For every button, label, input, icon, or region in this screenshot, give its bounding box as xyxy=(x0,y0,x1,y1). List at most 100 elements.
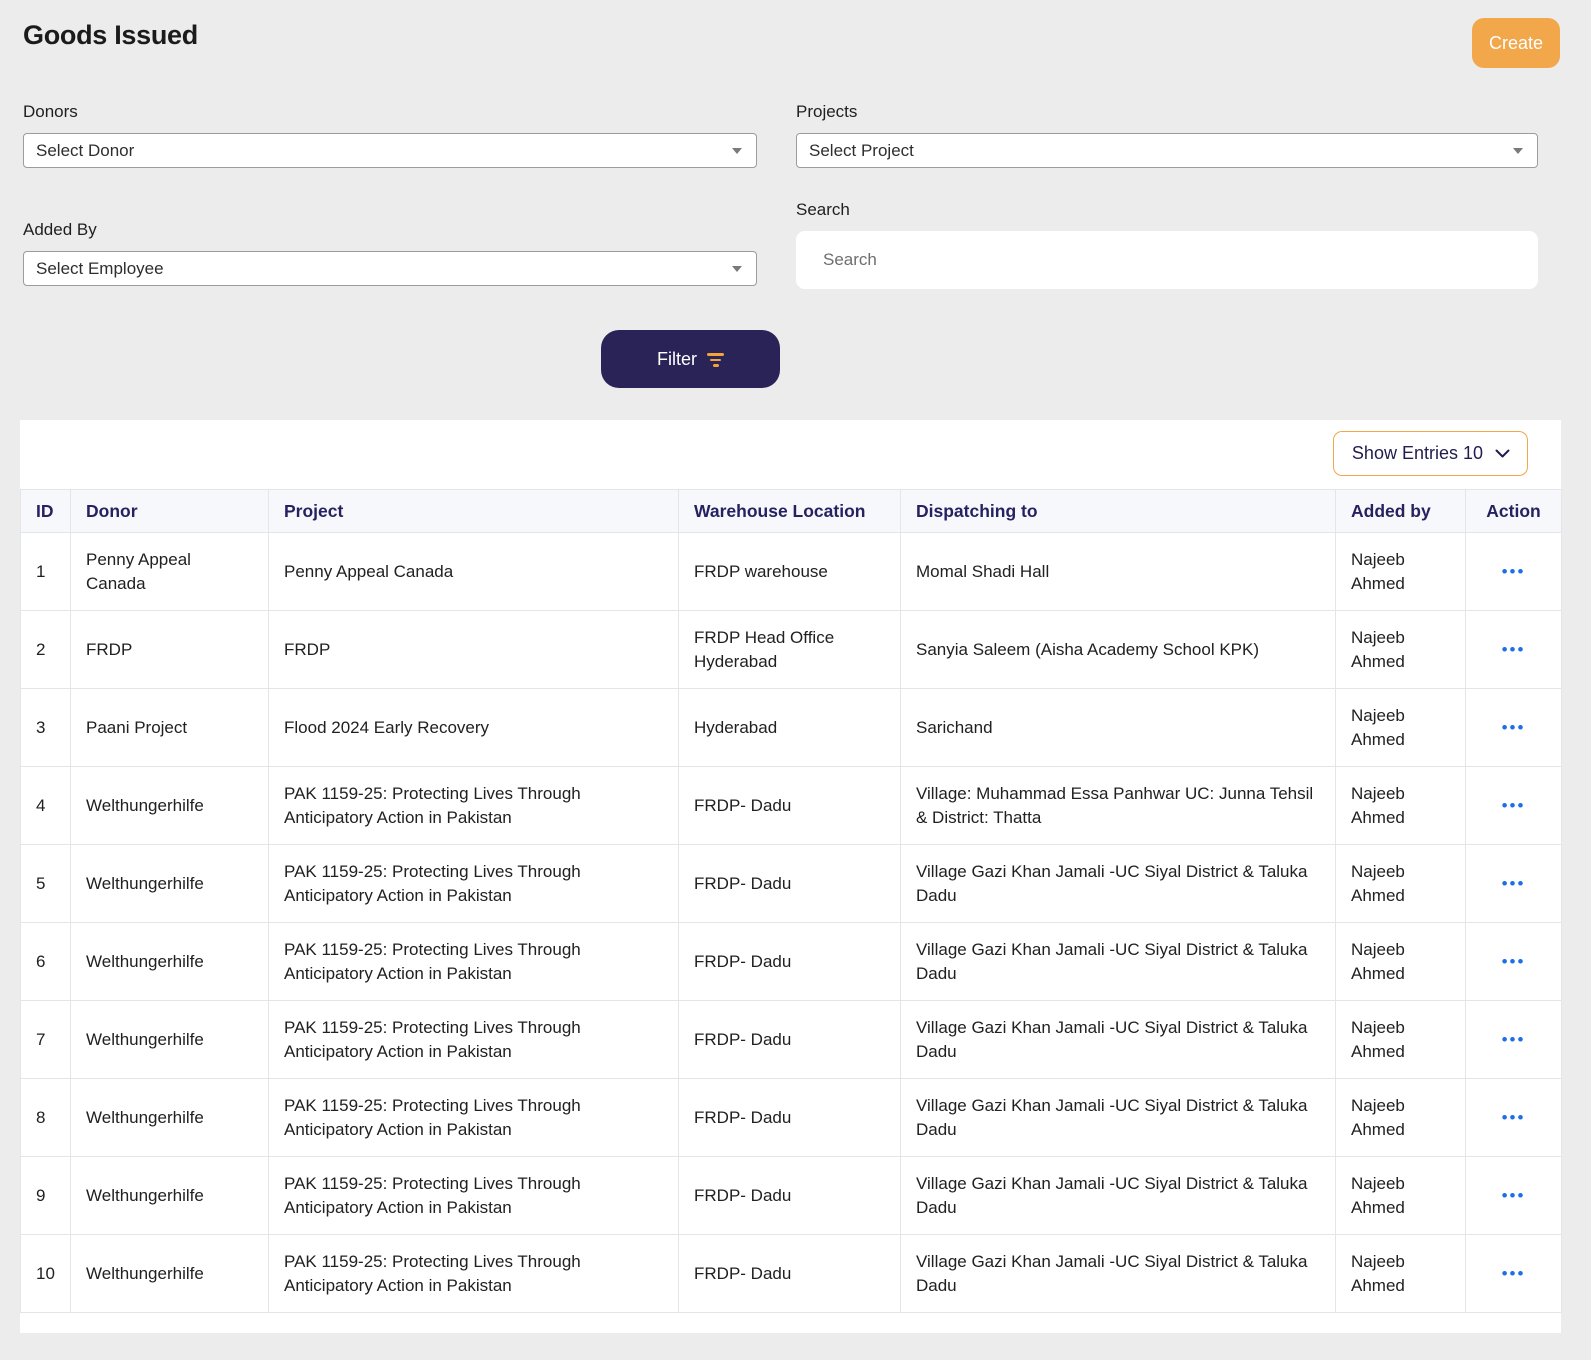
table-row: 6 Welthungerhilfe PAK 1159-25: Protectin… xyxy=(21,923,1562,1001)
cell-project: Flood 2024 Early Recovery xyxy=(269,689,679,767)
cell-added-by: Najeeb Ahmed xyxy=(1336,689,1466,767)
chevron-down-icon xyxy=(1495,449,1510,458)
topbar: Goods Issued Create xyxy=(0,0,1591,68)
cell-id: 10 xyxy=(21,1235,71,1313)
cell-dispatching-to: Sanyia Saleem (Aisha Academy School KPK) xyxy=(901,611,1336,689)
row-actions-menu-icon[interactable]: ••• xyxy=(1502,1265,1526,1282)
cell-warehouse-location: FRDP- Dadu xyxy=(679,1157,901,1235)
cell-warehouse-location: FRDP- Dadu xyxy=(679,1079,901,1157)
cell-action: ••• xyxy=(1466,689,1562,767)
entries-row: Show Entries 10 xyxy=(20,431,1561,476)
cell-added-by: Najeeb Ahmed xyxy=(1336,845,1466,923)
employee-select[interactable]: Select Employee xyxy=(23,251,757,286)
cell-donor: Welthungerhilfe xyxy=(71,1001,269,1079)
row-actions-menu-icon[interactable]: ••• xyxy=(1502,719,1526,736)
column-header-added-by: Added by xyxy=(1336,490,1466,533)
cell-action: ••• xyxy=(1466,1001,1562,1079)
cell-donor: Paani Project xyxy=(71,689,269,767)
donor-select[interactable]: Select Donor xyxy=(23,133,757,168)
filters-section: Donors Select Donor Added By Select Empl… xyxy=(23,102,1591,289)
cell-id: 8 xyxy=(21,1079,71,1157)
row-actions-menu-icon[interactable]: ••• xyxy=(1502,1187,1526,1204)
column-header-id: ID xyxy=(21,490,71,533)
cell-dispatching-to: Sarichand xyxy=(901,689,1336,767)
cell-warehouse-location: FRDP warehouse xyxy=(679,533,901,611)
table-header-row: ID Donor Project Warehouse Location Disp… xyxy=(21,490,1562,533)
cell-action: ••• xyxy=(1466,923,1562,1001)
row-actions-menu-icon[interactable]: ••• xyxy=(1502,953,1526,970)
table-row: 3 Paani Project Flood 2024 Early Recover… xyxy=(21,689,1562,767)
cell-dispatching-to: Village Gazi Khan Jamali -UC Siyal Distr… xyxy=(901,1235,1336,1313)
cell-project: PAK 1159-25: Protecting Lives Through An… xyxy=(269,767,679,845)
project-select-value: Select Project xyxy=(809,141,914,161)
cell-action: ••• xyxy=(1466,1235,1562,1313)
cell-action: ••• xyxy=(1466,1079,1562,1157)
column-header-project: Project xyxy=(269,490,679,533)
cell-project: PAK 1159-25: Protecting Lives Through An… xyxy=(269,923,679,1001)
cell-dispatching-to: Village Gazi Khan Jamali -UC Siyal Distr… xyxy=(901,1079,1336,1157)
filter-button-label: Filter xyxy=(657,349,697,370)
cell-project: PAK 1159-25: Protecting Lives Through An… xyxy=(269,1001,679,1079)
caret-down-icon xyxy=(1513,148,1523,154)
cell-dispatching-to: Village Gazi Khan Jamali -UC Siyal Distr… xyxy=(901,1001,1336,1079)
cell-id: 2 xyxy=(21,611,71,689)
added-by-label: Added By xyxy=(23,220,757,240)
projects-label: Projects xyxy=(796,102,1538,122)
cell-warehouse-location: FRDP- Dadu xyxy=(679,1235,901,1313)
cell-donor: Welthungerhilfe xyxy=(71,1157,269,1235)
cell-project: PAK 1159-25: Protecting Lives Through An… xyxy=(269,1079,679,1157)
cell-donor: Welthungerhilfe xyxy=(71,845,269,923)
cell-id: 6 xyxy=(21,923,71,1001)
show-entries-dropdown[interactable]: Show Entries 10 xyxy=(1333,431,1528,476)
filter-button[interactable]: Filter xyxy=(601,330,780,388)
employee-select-value: Select Employee xyxy=(36,259,164,279)
search-group: Search xyxy=(796,200,1538,289)
create-button[interactable]: Create xyxy=(1472,18,1560,68)
cell-warehouse-location: FRDP- Dadu xyxy=(679,1001,901,1079)
filter-funnel-icon xyxy=(707,351,724,367)
search-label: Search xyxy=(796,200,1538,220)
cell-action: ••• xyxy=(1466,845,1562,923)
row-actions-menu-icon[interactable]: ••• xyxy=(1502,1031,1526,1048)
cell-action: ••• xyxy=(1466,533,1562,611)
row-actions-menu-icon[interactable]: ••• xyxy=(1502,563,1526,580)
cell-added-by: Najeeb Ahmed xyxy=(1336,923,1466,1001)
cell-dispatching-to: Village Gazi Khan Jamali -UC Siyal Distr… xyxy=(901,845,1336,923)
table-row: 8 Welthungerhilfe PAK 1159-25: Protectin… xyxy=(21,1079,1562,1157)
cell-project: PAK 1159-25: Protecting Lives Through An… xyxy=(269,1157,679,1235)
cell-id: 7 xyxy=(21,1001,71,1079)
cell-donor: FRDP xyxy=(71,611,269,689)
row-actions-menu-icon[interactable]: ••• xyxy=(1502,797,1526,814)
row-actions-menu-icon[interactable]: ••• xyxy=(1502,641,1526,658)
filter-button-row: Filter xyxy=(0,330,1591,388)
project-select[interactable]: Select Project xyxy=(796,133,1538,168)
row-actions-menu-icon[interactable]: ••• xyxy=(1502,875,1526,892)
column-header-dispatching-to: Dispatching to xyxy=(901,490,1336,533)
table-row: 4 Welthungerhilfe PAK 1159-25: Protectin… xyxy=(21,767,1562,845)
project-filter-group: Projects Select Project xyxy=(796,102,1538,168)
donors-label: Donors xyxy=(23,102,757,122)
search-input[interactable] xyxy=(796,231,1538,289)
table-body: 1 Penny Appeal Canada Penny Appeal Canad… xyxy=(21,533,1562,1313)
cell-dispatching-to: Village Gazi Khan Jamali -UC Siyal Distr… xyxy=(901,1157,1336,1235)
row-actions-menu-icon[interactable]: ••• xyxy=(1502,1109,1526,1126)
cell-donor: Welthungerhilfe xyxy=(71,923,269,1001)
show-entries-label: Show Entries 10 xyxy=(1352,443,1483,464)
cell-dispatching-to: Village: Muhammad Essa Panhwar UC: Junna… xyxy=(901,767,1336,845)
table-row: 5 Welthungerhilfe PAK 1159-25: Protectin… xyxy=(21,845,1562,923)
cell-added-by: Najeeb Ahmed xyxy=(1336,1079,1466,1157)
cell-added-by: Najeeb Ahmed xyxy=(1336,533,1466,611)
goods-issued-table: ID Donor Project Warehouse Location Disp… xyxy=(20,489,1562,1313)
page-title: Goods Issued xyxy=(23,18,198,51)
cell-id: 4 xyxy=(21,767,71,845)
column-header-action: Action xyxy=(1466,490,1562,533)
cell-dispatching-to: Village Gazi Khan Jamali -UC Siyal Distr… xyxy=(901,923,1336,1001)
cell-warehouse-location: FRDP Head Office Hyderabad xyxy=(679,611,901,689)
cell-added-by: Najeeb Ahmed xyxy=(1336,1235,1466,1313)
cell-donor: Penny Appeal Canada xyxy=(71,533,269,611)
cell-warehouse-location: Hyderabad xyxy=(679,689,901,767)
cell-project: PAK 1159-25: Protecting Lives Through An… xyxy=(269,845,679,923)
cell-id: 9 xyxy=(21,1157,71,1235)
cell-donor: Welthungerhilfe xyxy=(71,767,269,845)
cell-project: PAK 1159-25: Protecting Lives Through An… xyxy=(269,1235,679,1313)
